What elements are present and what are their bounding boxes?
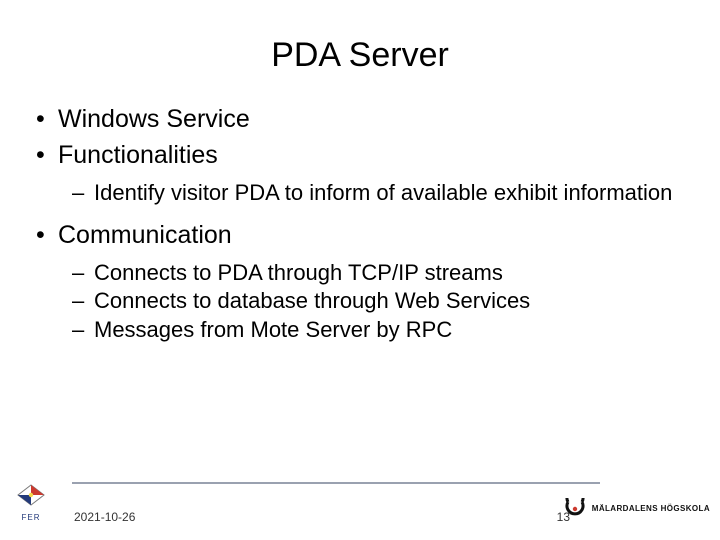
bullet-item: Windows Service: [30, 103, 690, 137]
malardalen-logo: MÄLARDALENS HÖGSKOLA: [562, 498, 710, 520]
sub-bullet-item: Messages from Mote Server by RPC: [58, 316, 690, 345]
fer-logo: FER: [14, 483, 48, 522]
sub-bullet-list: Connects to PDA through TCP/IP streams C…: [58, 259, 690, 345]
bullet-text: Functionalities: [58, 141, 218, 169]
sub-bullet-item: Connects to PDA through TCP/IP streams: [58, 259, 690, 288]
footer: FER 2021-10-26 13 MÄLARDALENS HÖGSKOLA: [0, 482, 720, 528]
slide: PDA Server Windows Service Functionaliti…: [0, 0, 720, 540]
bullet-list: Windows Service Functionalities Identify…: [30, 103, 690, 345]
bullet-item: Communication Connects to PDA through TC…: [30, 219, 690, 345]
sub-bullet-item: Connects to database through Web Service…: [58, 287, 690, 316]
fer-logo-icon: [14, 483, 48, 509]
bullet-text: Communication: [58, 221, 232, 249]
malardalen-logo-label: MÄLARDALENS HÖGSKOLA: [592, 505, 710, 513]
sub-bullet-list: Identify visitor PDA to inform of availa…: [58, 179, 690, 208]
slide-title: PDA Server: [30, 36, 690, 75]
footer-divider: [72, 482, 600, 484]
footer-date: 2021-10-26: [74, 510, 135, 524]
sub-bullet-item: Identify visitor PDA to inform of availa…: [58, 179, 690, 208]
fer-logo-label: FER: [14, 513, 48, 522]
malardalen-logo-icon: [562, 498, 588, 520]
bullet-item: Functionalities Identify visitor PDA to …: [30, 139, 690, 207]
